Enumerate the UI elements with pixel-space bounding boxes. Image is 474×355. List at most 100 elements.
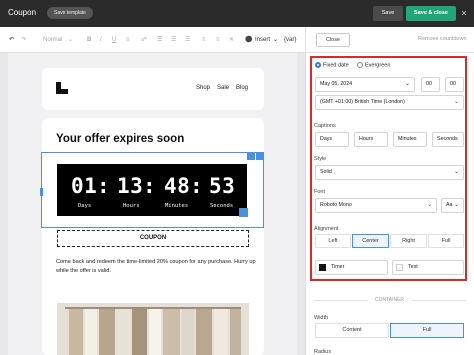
align-full-option[interactable]: Full	[428, 234, 464, 248]
block-drag-handle[interactable]	[40, 188, 43, 196]
nav-link-shop[interactable]: Shop	[196, 85, 210, 91]
nav-link-sale[interactable]: Sale	[217, 85, 229, 91]
timer-separator: :	[190, 174, 204, 198]
save-button[interactable]: Save	[373, 6, 403, 21]
insert-icon[interactable]: ⚫	[245, 35, 252, 45]
timer-seconds: 53	[209, 174, 236, 198]
chevron-down-icon: ⌄	[453, 202, 459, 208]
template-title: Coupon	[8, 8, 37, 17]
alignment-label: Alignment	[314, 226, 339, 232]
timer-color-label: Timer	[331, 264, 345, 270]
strikethrough-icon[interactable]: ≡	[126, 35, 130, 45]
remove-countdown-link[interactable]: Remove countdown	[418, 36, 467, 42]
chevron-down-icon: ⌄	[426, 202, 432, 208]
caption-days-value: Days	[320, 136, 333, 142]
width-full-option[interactable]: Full	[390, 323, 464, 338]
list-icon[interactable]: ≡	[202, 35, 206, 45]
radio-fixed-date[interactable]: Fixed date	[315, 62, 349, 68]
align-center-option[interactable]: Center	[352, 234, 389, 248]
chevron-down-icon[interactable]: ⌄	[273, 35, 278, 45]
timer-label-days: Days	[78, 203, 92, 209]
timer-separator: :	[143, 174, 157, 198]
date-value: May 05, 2024	[320, 81, 353, 87]
timer-label-minutes: Minutes	[165, 203, 189, 209]
timer-separator: :	[97, 174, 111, 198]
coupon-button[interactable]: COUPON	[57, 230, 249, 247]
font-value: Roboto Mono	[320, 202, 352, 208]
paragraph-style-select[interactable]: Normal	[43, 35, 62, 45]
caption-days-input[interactable]: Days	[315, 132, 349, 147]
insert-button[interactable]: Insert	[255, 35, 270, 45]
chevron-down-icon: ⌄	[404, 81, 410, 87]
countdown-timer: 01 : 13 : 48 : 53 Days Hours Minutes Sec…	[57, 164, 247, 216]
app-header: Coupon Save template Save Save & close ×	[0, 0, 474, 27]
close-panel-button[interactable]: Close	[316, 33, 350, 47]
bold-icon[interactable]: B	[87, 35, 91, 45]
align-right-option[interactable]: Right	[390, 234, 427, 248]
delete-icon[interactable]	[256, 153, 264, 160]
italic-icon[interactable]: I	[100, 35, 102, 45]
ordered-list-icon[interactable]: ≡	[216, 35, 220, 45]
width-content-option[interactable]: Content	[315, 323, 389, 338]
timer-label-hours: Hours	[123, 203, 140, 209]
undo-icon[interactable]: ↶	[9, 35, 14, 45]
text-color-label: Text	[408, 264, 418, 270]
chevron-down-icon: ⌄	[453, 99, 459, 105]
underline-icon[interactable]: U	[112, 35, 116, 45]
clothing-rack-photo	[57, 303, 249, 355]
caption-hours-value: Hours	[359, 136, 374, 142]
captions-label: Captions	[314, 123, 336, 129]
caption-seconds-value: Seconds	[437, 136, 458, 142]
email-headline[interactable]: Your offer expires soon	[56, 133, 184, 145]
redo-icon[interactable]: ↷	[21, 35, 26, 45]
timezone-select[interactable]: (GMT +01:00) British Time (London) ⌄	[315, 95, 464, 110]
panel-toolbar: Close Remove countdown	[305, 27, 474, 53]
copy-icon[interactable]	[247, 153, 255, 160]
save-and-close-button[interactable]: Save & close	[406, 6, 456, 21]
hour-value: 00	[426, 81, 432, 87]
align-right-icon[interactable]: ☰	[185, 35, 190, 45]
timer-minutes: 48	[164, 174, 191, 198]
align-left-option[interactable]: Left	[315, 234, 351, 248]
countdown-block[interactable]: 01 : 13 : 48 : 53 Days Hours Minutes Sec…	[41, 152, 264, 228]
close-icon[interactable]: ×	[459, 7, 469, 19]
align-center-icon[interactable]: ☰	[171, 35, 176, 45]
caption-seconds-input[interactable]: Seconds	[432, 132, 464, 147]
date-input[interactable]: May 05, 2024 ⌄	[315, 77, 415, 92]
radio-checked-icon	[315, 62, 321, 68]
caption-minutes-value: Minutes	[398, 136, 417, 142]
font-size-select[interactable]: Aa ⌄	[441, 198, 464, 213]
style-value: Solid	[320, 169, 332, 175]
align-left-icon[interactable]: ☰	[157, 35, 162, 45]
radius-label: Radius	[314, 349, 332, 355]
hour-input[interactable]: 00	[421, 77, 440, 92]
radio-evergreen[interactable]: Evergreen	[357, 62, 390, 68]
brand-logo	[56, 82, 68, 94]
caption-hours-input[interactable]: Hours	[354, 132, 388, 147]
timezone-value: (GMT +01:00) British Time (London)	[320, 99, 405, 105]
style-select[interactable]: Solid ⌄	[315, 165, 464, 180]
timer-days: 01	[71, 174, 98, 198]
timer-color-swatch	[319, 264, 326, 271]
nav-link-blog[interactable]: Blog	[236, 85, 248, 91]
editor-toolbar: ↶ ↷ Normal ⌄ B I U ≡ ☍ ☰ ☰ ☰ ≡ ≡ ✕ ⚫ Ins…	[0, 27, 305, 53]
font-select[interactable]: Roboto Mono ⌄	[315, 198, 437, 213]
email-header-block[interactable]: Shop Sale Blog	[42, 68, 264, 110]
clear-format-icon[interactable]: ✕	[229, 35, 234, 45]
variable-button[interactable]: {var}	[284, 35, 296, 45]
width-label: Width	[314, 315, 329, 321]
caption-minutes-input[interactable]: Minutes	[393, 132, 427, 147]
canvas-right-margin	[297, 53, 305, 355]
style-label: Style	[314, 156, 327, 162]
chevron-down-icon[interactable]: ⌄	[68, 35, 73, 45]
timer-label-seconds: Seconds	[210, 203, 234, 209]
chevron-down-icon: ⌄	[453, 169, 459, 175]
save-template-button[interactable]: Save template	[47, 7, 93, 19]
email-body-text[interactable]: Come back and redeem the time-limited 20…	[56, 258, 256, 275]
font-size-icon: Aa	[446, 202, 453, 208]
minute-input[interactable]: 00	[445, 77, 464, 92]
minute-value: 00	[450, 81, 456, 87]
link-icon[interactable]: ☍	[141, 35, 147, 45]
resize-icon[interactable]	[239, 208, 248, 217]
radio-fixed-date-label: Fixed date	[323, 62, 349, 69]
